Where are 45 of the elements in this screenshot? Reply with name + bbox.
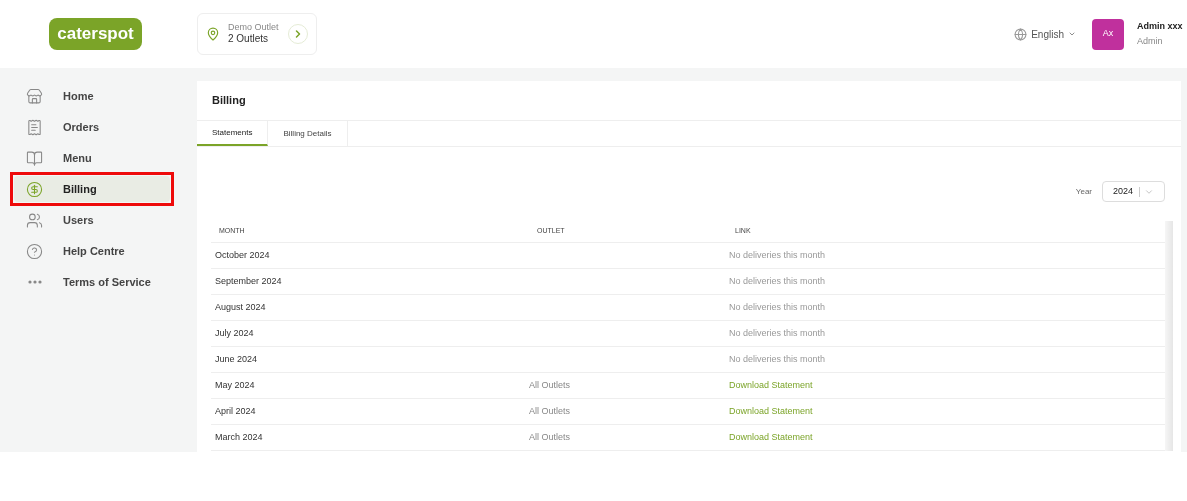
year-label: Year <box>1075 185 1092 198</box>
user-avatar[interactable]: Ax <box>1092 18 1124 50</box>
sidebar-item[interactable]: Menu <box>14 145 170 171</box>
outlet-value: 2 Outlets <box>228 33 270 46</box>
globe-icon <box>1014 27 1028 41</box>
tab[interactable]: Billing Details <box>268 121 348 146</box>
no-deliveries-text: No deliveries this month <box>729 275 826 286</box>
month-cell-text: April 2024 <box>214 404 257 418</box>
user-name: Admin xxx <box>1137 21 1184 33</box>
tab[interactable]: Statements <box>197 121 269 146</box>
sidebar-item[interactable]: Home <box>14 83 170 109</box>
caret-icon <box>1068 30 1076 38</box>
outlet-label: Demo Outlet <box>228 22 280 34</box>
help-icon <box>26 242 43 260</box>
year-dropdown[interactable]: 2024 <box>1102 181 1165 202</box>
dollar-icon <box>26 180 43 198</box>
no-deliveries-text: No deliveries this month <box>729 301 826 312</box>
receipt-icon <box>26 118 43 136</box>
sidebar-item[interactable]: Billing <box>14 176 170 202</box>
sidebar-item[interactable]: Help Centre <box>14 238 170 264</box>
no-deliveries-text: No deliveries this month <box>729 353 826 364</box>
user-role: Admin <box>1137 35 1164 47</box>
month-cell-text: July 2024 <box>214 326 255 340</box>
sidebar-item[interactable]: Orders <box>14 114 170 140</box>
book-icon <box>26 149 43 167</box>
outlet-cell: All Outlets <box>529 405 570 416</box>
dots-icon <box>27 280 42 284</box>
sidebar-item[interactable]: Users <box>14 207 170 233</box>
users-icon <box>26 211 43 229</box>
no-deliveries-text: No deliveries this month <box>729 249 826 260</box>
month-cell-text: May 2024 <box>214 378 256 392</box>
month-cell-text: March 2024 <box>214 430 264 444</box>
month-cell-text: August 2024 <box>214 300 267 314</box>
outlet-selector[interactable]: Demo Outlet 2 Outlets <box>197 13 317 55</box>
month-cell-text: October 2024 <box>214 248 271 262</box>
location-pin-icon <box>206 27 220 41</box>
month-cell-text: June 2024 <box>214 352 259 366</box>
sidebar-item[interactable]: Terms of Service <box>14 269 170 295</box>
page-title: Billing <box>197 81 1181 121</box>
month-cell-text: September 2024 <box>214 274 283 288</box>
language-selector[interactable]: English <box>1014 26 1076 42</box>
outlet-cell: All Outlets <box>529 431 570 442</box>
outlet-cell: All Outlets <box>529 379 570 390</box>
no-deliveries-text: No deliveries this month <box>729 327 826 338</box>
store-icon <box>26 87 43 105</box>
